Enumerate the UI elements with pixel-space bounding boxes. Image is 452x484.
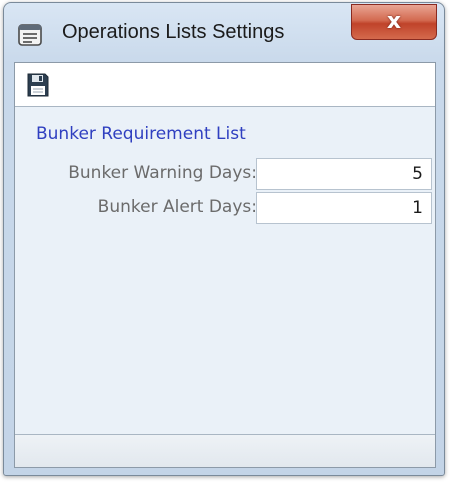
save-icon[interactable] xyxy=(26,72,50,98)
section-title: Bunker Requirement List xyxy=(36,124,246,144)
settings-window: Operations Lists Settings x Bunker Requi… xyxy=(3,2,445,476)
settings-panel: Bunker Requirement List Bunker Warning D… xyxy=(15,107,435,435)
form-window-icon xyxy=(18,24,42,46)
window-client-area: Bunker Requirement List Bunker Warning D… xyxy=(14,62,436,468)
bunker-warning-days-label: Bunker Warning Days: xyxy=(68,163,257,183)
status-bar xyxy=(15,434,435,467)
bunker-warning-days-input[interactable] xyxy=(256,158,432,190)
bunker-alert-days-input[interactable] xyxy=(256,192,432,224)
toolbar xyxy=(15,63,435,107)
close-button[interactable]: x xyxy=(351,4,437,40)
bunker-alert-days-label: Bunker Alert Days: xyxy=(97,197,257,217)
close-icon: x xyxy=(386,9,402,34)
window-title: Operations Lists Settings xyxy=(62,21,285,43)
title-bar[interactable]: Operations Lists Settings x xyxy=(4,3,444,61)
